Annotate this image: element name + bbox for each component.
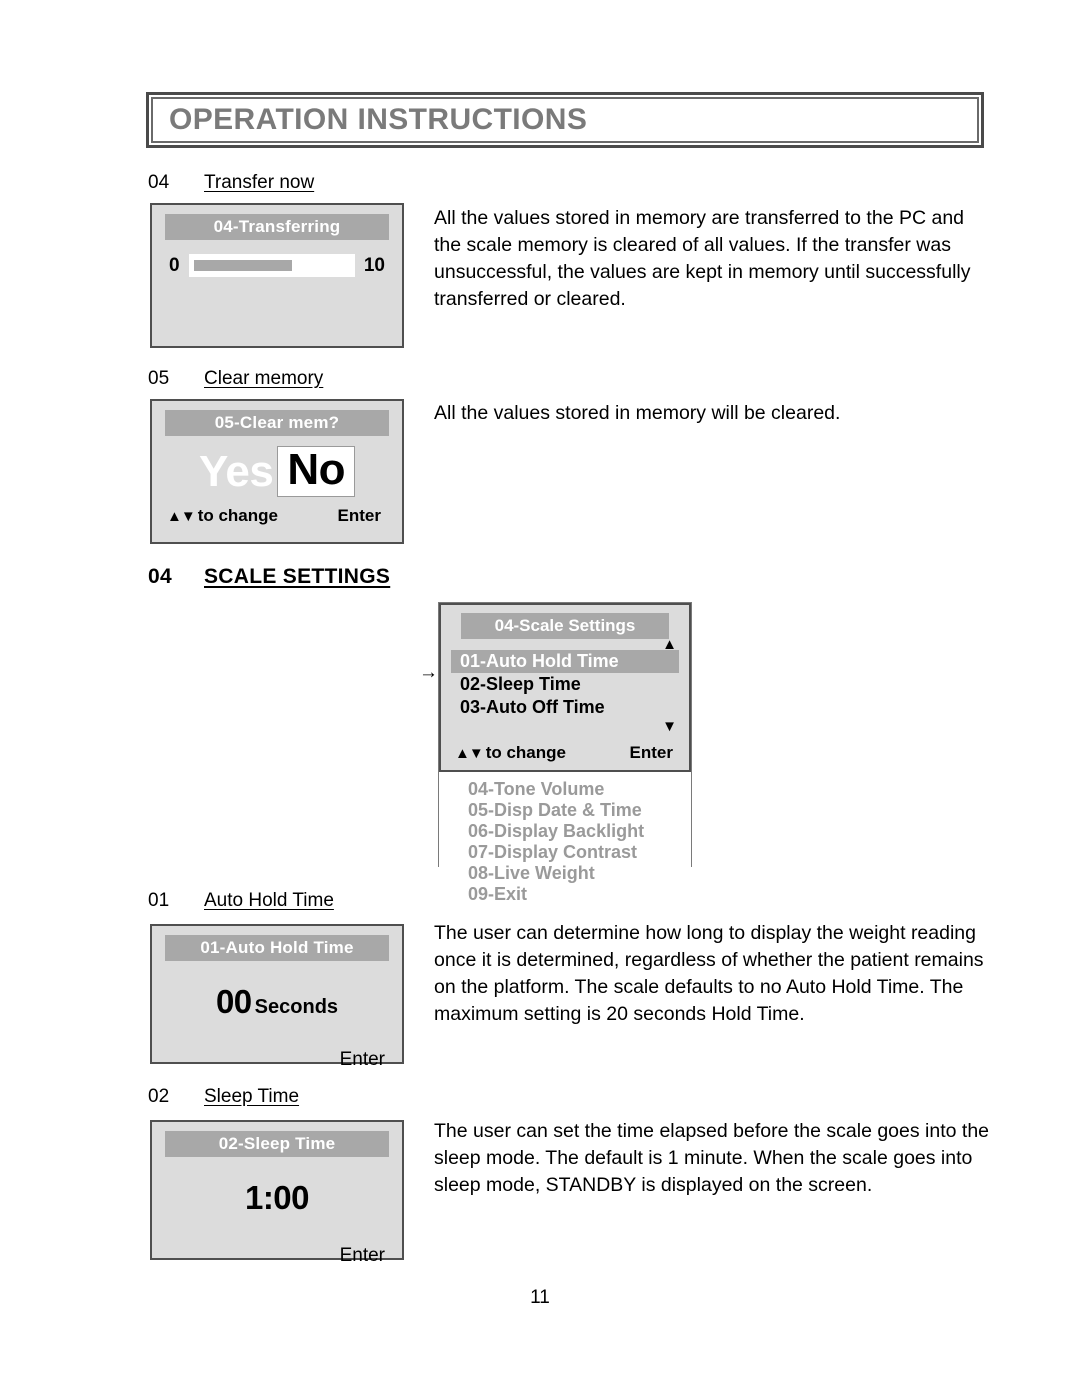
- screen-title: 01-Auto Hold Time: [165, 935, 389, 961]
- progress-track: [188, 254, 355, 277]
- up-down-arrows-icon: ▲▼: [167, 507, 196, 525]
- screen-title: 04-Transferring: [165, 214, 389, 240]
- auto-hold-time-value[interactable]: 00: [216, 983, 252, 1020]
- progress-fill: [193, 260, 293, 271]
- screen-scale-settings: → 04-Scale Settings ▲ ▼ 01-Auto Hold Tim…: [419, 602, 692, 914]
- page-title: OPERATION INSTRUCTIONS: [169, 103, 588, 136]
- section-number: 01: [148, 890, 170, 911]
- value-display: 1:00: [165, 1179, 389, 1217]
- section-title: Auto Hold Time: [204, 890, 334, 911]
- page-header-frame: OPERATION INSTRUCTIONS: [146, 92, 984, 148]
- hint-to-change-label: to change: [197, 506, 278, 526]
- hint-to-change-label: to change: [485, 743, 566, 763]
- menu-item-sleep-time[interactable]: 02-Sleep Time: [451, 673, 679, 696]
- screen-title: 05-Clear mem?: [165, 410, 389, 436]
- page-number: 11: [530, 1287, 550, 1308]
- page-header-inner: OPERATION INSTRUCTIONS: [151, 97, 979, 143]
- section-title: Sleep Time: [204, 1086, 300, 1107]
- menu-item-auto-off-time[interactable]: 03-Auto Off Time: [451, 696, 679, 719]
- paragraph-sleep-time: The user can set the time elapsed before…: [434, 1120, 990, 1196]
- option-no-selected[interactable]: No: [277, 446, 356, 498]
- paragraph-clear-memory: All the values stored in memory will be …: [434, 402, 841, 424]
- menu-item-display-contrast[interactable]: 07-Display Contrast: [439, 842, 691, 863]
- screen-clear-memory: 05-Clear mem? Yes No ▲▼ to change Enter: [150, 399, 404, 544]
- menu-item-exit[interactable]: 09-Exit: [439, 884, 691, 905]
- hint-enter-label: Enter: [339, 1245, 385, 1266]
- sleep-time-value[interactable]: 1:00: [245, 1179, 310, 1216]
- screen-title: 04-Scale Settings: [461, 613, 669, 639]
- option-yes[interactable]: Yes: [199, 448, 274, 495]
- screen-auto-hold-time: 01-Auto Hold Time 00 Seconds Enter: [150, 924, 404, 1070]
- scroll-up-arrow-icon[interactable]: ▲: [662, 637, 677, 652]
- auto-hold-time-unit: Seconds: [254, 996, 339, 1018]
- up-down-arrows-icon: ▲▼: [455, 744, 484, 762]
- hint-enter-label: Enter: [629, 743, 673, 763]
- progress-min-label: 0: [169, 254, 180, 276]
- menu-items-active: 01-Auto Hold Time 02-Sleep Time 03-Auto …: [451, 650, 679, 719]
- screen-title: 02-Sleep Time: [165, 1131, 389, 1157]
- section-number: 05: [148, 368, 170, 389]
- section-number: 02: [148, 1086, 170, 1107]
- menu-item-live-weight[interactable]: 08-Live Weight: [439, 863, 691, 884]
- scroll-down-arrow-icon[interactable]: ▼: [662, 719, 677, 734]
- screen-sleep-time: 02-Sleep Time 1:00 Enter: [150, 1120, 404, 1266]
- section-title: Transfer now: [204, 172, 315, 193]
- paragraph-auto-hold-time: The user can determine how long to displ…: [434, 922, 984, 1025]
- selection-arrow-icon: →: [419, 662, 438, 683]
- screen-hint-row: ▲▼ to change Enter: [165, 506, 389, 526]
- section-title: Clear memory: [204, 368, 324, 389]
- progress-max-label: 10: [363, 254, 385, 276]
- menu-active-region: → 04-Scale Settings ▲ ▼ 01-Auto Hold Tim…: [419, 603, 691, 773]
- section-title: SCALE SETTINGS: [204, 565, 391, 588]
- progress-bar-row: 0 10: [165, 254, 389, 277]
- menu-items-dimmed: 04-Tone Volume 05-Disp Date & Time 06-Di…: [439, 772, 691, 914]
- section-number: 04: [148, 172, 170, 193]
- hint-enter-label: Enter: [339, 1049, 385, 1070]
- yes-no-options: Yes No: [165, 446, 389, 498]
- section-heading-sleep-time: 02 Sleep Time: [148, 1086, 299, 1108]
- section-heading-clear-memory: 05 Clear memory: [148, 368, 323, 390]
- value-display: 00 Seconds: [165, 983, 389, 1021]
- menu-item-disp-date-time[interactable]: 05-Disp Date & Time: [439, 800, 691, 821]
- section-heading-transfer-now: 04 Transfer now: [148, 172, 314, 194]
- menu-item-tone-volume[interactable]: 04-Tone Volume: [439, 779, 691, 800]
- hint-enter-label: Enter: [337, 506, 381, 526]
- screen-hint-row: ▲▼ to change Enter: [451, 743, 679, 763]
- paragraph-transfer-now: All the values stored in memory are tran…: [434, 207, 971, 310]
- section-heading-scale-settings: 04 SCALE SETTINGS: [148, 565, 390, 589]
- menu-item-auto-hold-time[interactable]: 01-Auto Hold Time: [451, 650, 679, 674]
- section-number: 04: [148, 565, 172, 588]
- screen-transferring: 04-Transferring 0 10: [150, 203, 404, 348]
- menu-item-display-backlight[interactable]: 06-Display Backlight: [439, 821, 691, 842]
- section-heading-auto-hold-time: 01 Auto Hold Time: [148, 890, 334, 912]
